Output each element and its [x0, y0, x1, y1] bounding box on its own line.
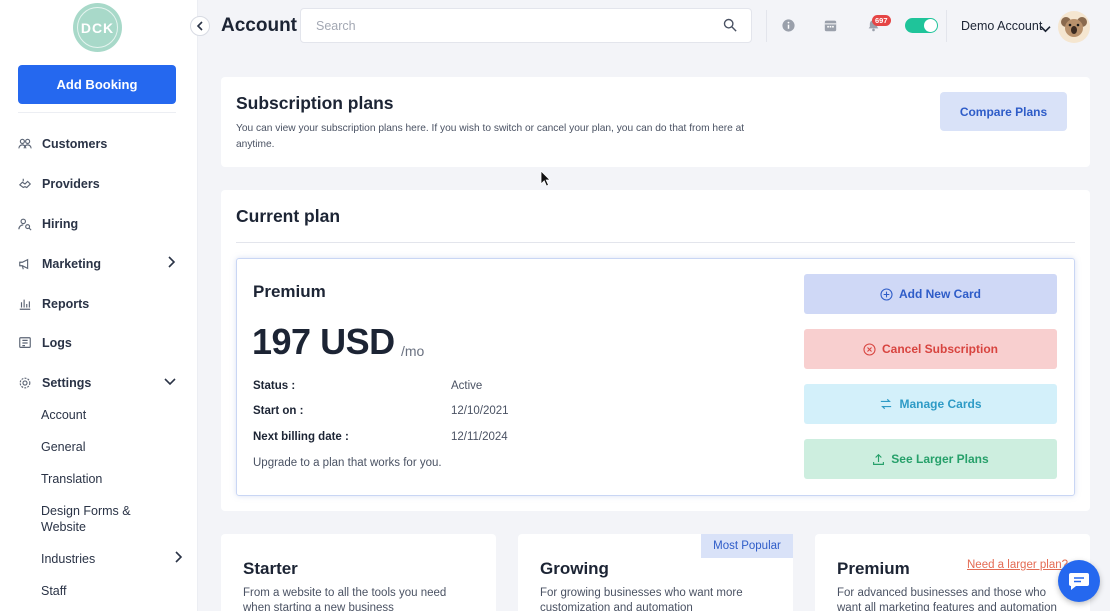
- add-new-card-button[interactable]: Add New Card: [804, 274, 1057, 314]
- sidebar-item-label: Hiring: [42, 217, 79, 231]
- add-booking-button[interactable]: Add Booking: [18, 65, 176, 104]
- most-popular-badge: Most Popular: [701, 534, 793, 558]
- upgrade-text: Upgrade to a plan that works for you.: [253, 457, 442, 469]
- page-title: Account: [221, 15, 297, 36]
- status-label: Status :: [253, 380, 296, 392]
- sidebar-divider: [18, 112, 176, 113]
- header-separator: [766, 10, 767, 42]
- cancel-subscription-button[interactable]: Cancel Subscription: [804, 329, 1057, 369]
- subscription-plans-card: Subscription plans You can view your sub…: [221, 77, 1090, 167]
- settings-sub-design-forms[interactable]: Design Forms & Website: [41, 503, 141, 535]
- button-label: See Larger Plans: [891, 452, 989, 466]
- users-icon: [18, 137, 32, 151]
- section-description: You can view your subscription plans her…: [236, 123, 745, 150]
- bar-chart-icon: [18, 297, 32, 311]
- button-label: Add New Card: [898, 287, 981, 301]
- settings-sub-translation[interactable]: Translation: [41, 471, 181, 487]
- sidebar-item-label: Industries: [41, 552, 96, 566]
- tier-description: From a website to all the tools you need…: [243, 587, 447, 611]
- tier-name: Growing: [540, 559, 609, 578]
- search-bar: [300, 8, 752, 43]
- sidebar-item-customers[interactable]: Customers: [18, 134, 178, 154]
- koala-avatar-icon: [1061, 17, 1087, 37]
- swap-arrows-icon: [881, 398, 892, 410]
- plan-details-box: Premium 197 USD /mo Status : Active Star…: [236, 258, 1075, 496]
- see-larger-plans-button[interactable]: See Larger Plans: [804, 439, 1057, 479]
- plan-name: Premium: [253, 282, 326, 301]
- sidebar-item-label: Logs: [42, 336, 72, 350]
- gear-icon: [18, 376, 32, 390]
- button-label: Cancel Subscription: [881, 342, 999, 356]
- start-date-label: Start on :: [253, 405, 304, 417]
- sidebar-item-label: Customers: [42, 137, 108, 151]
- chevron-right-icon: [166, 256, 176, 271]
- tier-name: Premium: [837, 559, 910, 578]
- account-name[interactable]: Demo Account: [961, 19, 1042, 33]
- search-input[interactable]: [301, 9, 751, 42]
- button-label: Manage Cards: [899, 397, 982, 411]
- collapse-sidebar-button[interactable]: [190, 16, 210, 36]
- handshake-icon: [18, 177, 32, 191]
- status-toggle[interactable]: [905, 18, 938, 33]
- user-search-icon: [18, 217, 32, 231]
- price-period: /mo: [401, 343, 425, 359]
- calendar-icon[interactable]: [822, 17, 838, 33]
- sidebar-item-marketing[interactable]: Marketing: [18, 254, 178, 274]
- settings-sub-staff[interactable]: Staff: [41, 583, 181, 599]
- billing-date-value: 12/11/2024: [451, 431, 508, 443]
- info-icon[interactable]: [780, 17, 796, 33]
- need-larger-plan-link[interactable]: Need a larger plan?: [967, 559, 1068, 571]
- header-separator: [946, 10, 947, 42]
- billing-date-label: Next billing date :: [253, 431, 349, 443]
- plan-tier-premium[interactable]: Premium Need a larger plan? For advanced…: [815, 534, 1090, 611]
- sidebar: DCK Add Booking Customers Providers Hiri…: [0, 0, 198, 611]
- status-value: Active: [451, 380, 483, 392]
- book-icon: [18, 336, 32, 350]
- sidebar-item-settings[interactable]: Settings: [18, 373, 178, 393]
- compare-plans-button[interactable]: Compare Plans: [940, 92, 1067, 131]
- logo-text: DCK: [80, 19, 115, 36]
- tier-name: Starter: [243, 559, 298, 578]
- chevron-down-icon[interactable]: [1040, 20, 1051, 38]
- chat-icon: [1069, 573, 1089, 590]
- plus-circle-icon: [880, 287, 893, 301]
- current-plan-card: Current plan Premium 197 USD /mo Status …: [221, 190, 1090, 511]
- upload-icon: [873, 453, 885, 465]
- notification-badge: 697: [872, 15, 891, 26]
- tier-description: For advanced businesses and those who wa…: [837, 587, 1057, 611]
- sidebar-item-label: Settings: [42, 376, 92, 390]
- sidebar-item-providers[interactable]: Providers: [18, 174, 178, 194]
- sidebar-item-logs[interactable]: Logs: [18, 333, 178, 353]
- section-title: Current plan: [236, 206, 341, 226]
- chat-button[interactable]: [1058, 560, 1100, 602]
- sidebar-item-label: Marketing: [42, 257, 102, 271]
- megaphone-icon: [18, 257, 32, 271]
- avatar[interactable]: [1058, 11, 1090, 43]
- sidebar-item-reports[interactable]: Reports: [18, 294, 178, 314]
- sidebar-item-label: Reports: [42, 297, 90, 311]
- search-icon[interactable]: [723, 18, 737, 37]
- plan-price: 197 USD: [252, 321, 395, 362]
- chevron-left-icon: [196, 21, 203, 31]
- manage-cards-button[interactable]: Manage Cards: [804, 384, 1057, 424]
- sidebar-item-hiring[interactable]: Hiring: [18, 214, 178, 234]
- x-circle-icon: [863, 342, 876, 356]
- section-title: Subscription plans: [236, 93, 394, 113]
- plan-tier-growing[interactable]: Most Popular Growing For growing busines…: [518, 534, 793, 611]
- divider: [236, 242, 1075, 243]
- logo[interactable]: DCK: [73, 3, 122, 52]
- chevron-down-icon: [164, 375, 176, 389]
- mouse-cursor-icon: [540, 170, 551, 192]
- settings-sub-industries[interactable]: Industries: [41, 551, 183, 567]
- start-date-value: 12/10/2021: [451, 405, 509, 417]
- settings-sub-account[interactable]: Account: [41, 407, 181, 423]
- settings-sub-general[interactable]: General: [41, 439, 181, 455]
- plan-tier-starter[interactable]: Starter From a website to all the tools …: [221, 534, 496, 611]
- sidebar-item-label: Providers: [42, 177, 100, 191]
- tier-description: For growing businesses who want more cus…: [540, 587, 743, 611]
- chevron-right-icon: [173, 551, 183, 567]
